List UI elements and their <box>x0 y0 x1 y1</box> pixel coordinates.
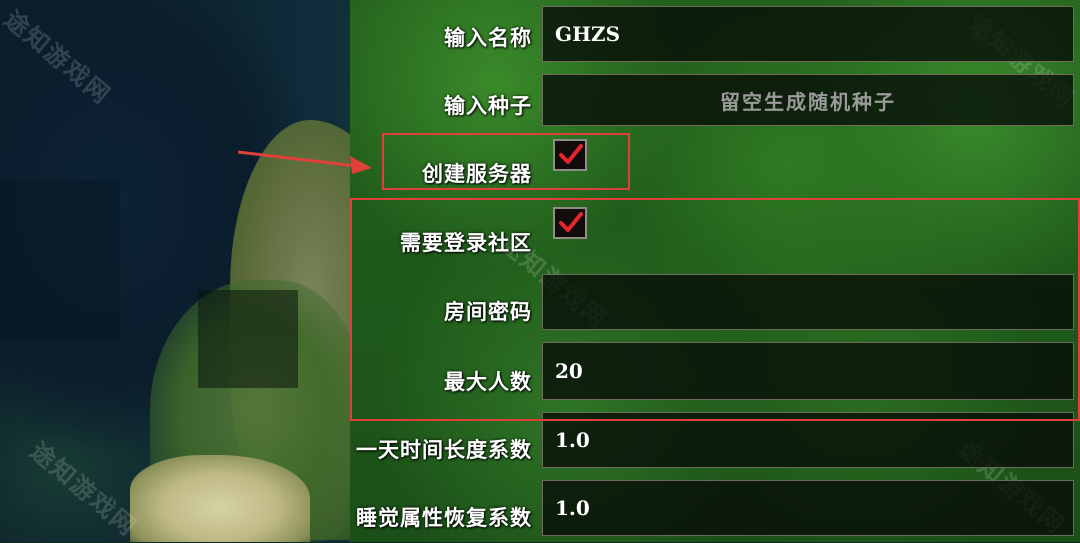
shadow-patch <box>0 180 120 340</box>
name-input[interactable]: GHZS <box>542 6 1074 62</box>
highlight-box-server-settings <box>350 198 1080 421</box>
day-length-label: 一天时间长度系数 <box>356 438 532 462</box>
arrow-icon <box>237 150 372 174</box>
sleep-recovery-input[interactable]: 1.0 <box>542 480 1074 536</box>
sleep-recovery-label: 睡觉属性恢复系数 <box>356 506 532 530</box>
shadow-patch <box>198 290 298 388</box>
name-label: 输入名称 <box>444 26 532 50</box>
sand-area <box>130 455 310 542</box>
highlight-box-create-server <box>382 133 630 190</box>
seed-input[interactable]: 留空生成随机种子 <box>542 74 1074 126</box>
seed-label: 输入种子 <box>444 94 532 118</box>
